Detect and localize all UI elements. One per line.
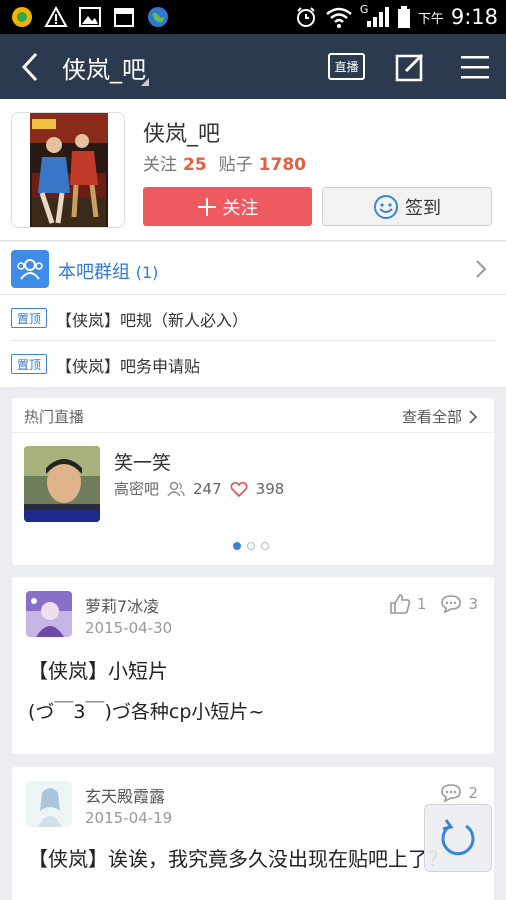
follow-count: 25: [183, 155, 207, 175]
comment-icon: [441, 784, 462, 803]
dropdown-triangle-icon: [141, 78, 149, 86]
refresh-icon: [441, 819, 475, 856]
user-avatar[interactable]: [26, 781, 72, 827]
pinned-post-title: 【侠岚】吧务申请贴: [56, 357, 201, 376]
sign-in-button[interactable]: 签到: [322, 187, 492, 226]
carousel-dot: [247, 542, 255, 550]
plus-icon: [197, 197, 216, 216]
chevron-left-icon: [21, 52, 38, 82]
comment-count: 3: [468, 595, 478, 613]
notification-icons: [10, 5, 170, 29]
live-meta: 高密吧 247 398: [114, 478, 284, 499]
group-count: (1): [135, 263, 159, 282]
follow-count-label: 关注: [143, 155, 177, 175]
status-bar: G 下午 9:18: [0, 0, 506, 34]
viewers-icon: [167, 481, 185, 496]
comment-stat[interactable]: 2: [440, 783, 478, 803]
post-title[interactable]: 【侠岚】诶诶，我究竟多久没出现在贴吧上了？: [28, 845, 468, 873]
user-avatar[interactable]: [26, 591, 72, 637]
pinned-badge: 置顶: [11, 354, 47, 374]
forum-group-row[interactable]: 本吧群组 (1): [0, 242, 506, 295]
hot-live-title: 热门直播: [24, 408, 85, 426]
hot-live-header: 热门直播 查看全部: [12, 398, 494, 433]
alarm-icon: [296, 7, 315, 27]
comment-count: 2: [468, 784, 478, 802]
forum-name: 侠岚_吧: [143, 122, 221, 147]
cell-signal-icon: G: [360, 3, 390, 29]
like-count: 1: [416, 595, 427, 613]
calendar-icon: [112, 5, 136, 29]
post-author[interactable]: 萝莉7冰凌: [85, 593, 159, 617]
view-all-label: 查看全部: [401, 408, 462, 426]
smile-icon: [374, 194, 398, 219]
hot-live-card: 热门直播 查看全部 笑一笑 高密吧 247 398: [12, 398, 494, 565]
follow-button[interactable]: 关注: [143, 187, 312, 226]
carousel-dot: [261, 542, 269, 550]
nav-title[interactable]: 侠岚_吧: [62, 50, 146, 85]
forum-avatar[interactable]: [11, 112, 125, 228]
hamburger-icon: [461, 56, 489, 79]
post-count-label: 贴子: [218, 155, 253, 175]
pinned-post-row[interactable]: 置顶 【侠岚】吧务申请贴: [0, 341, 506, 387]
warning-icon: [44, 5, 68, 29]
image-icon: [78, 5, 102, 29]
post-body: (づ￣3￣)づ各种cp小短片~: [28, 701, 265, 723]
post-date: 2015-04-19: [85, 809, 173, 827]
system-status: G 下午 9:18: [294, 3, 498, 30]
edit-icon: [395, 53, 424, 82]
sign-in-button-label: 签到: [405, 197, 441, 219]
post-count: 1780: [258, 155, 306, 175]
forum-poster-image: [30, 113, 108, 227]
live-forum-name: 高密吧: [114, 480, 160, 498]
chevron-right-icon: [474, 259, 488, 279]
refresh-button[interactable]: [424, 804, 492, 872]
pinned-badge: 置顶: [11, 308, 47, 328]
view-all-link[interactable]: 查看全部: [402, 406, 478, 427]
back-button[interactable]: [14, 50, 46, 84]
menu-button[interactable]: [459, 54, 491, 80]
heart-icon: [230, 481, 248, 497]
forum-header: 侠岚_吧 关注 25 贴子 1780 关注 签到: [0, 99, 506, 241]
post-author[interactable]: 玄天殿霞露: [85, 783, 165, 807]
live-streamer-name[interactable]: 笑一笑: [114, 448, 171, 475]
like-count: 398: [255, 479, 285, 498]
battery-icon: [397, 6, 410, 28]
forum-stats: 关注 25 贴子 1780: [143, 150, 318, 175]
comment-icon: [441, 595, 462, 614]
status-ampm: 下午: [417, 11, 444, 27]
group-label: 本吧群组 (1): [58, 258, 158, 284]
post-card[interactable]: 玄天殿霞露 2015-04-19 2 【侠岚】诶诶，我究竟多久没出现在贴吧上了？: [12, 767, 494, 900]
group-icon: [11, 250, 49, 288]
status-time: 9:18: [450, 5, 498, 29]
viewer-count: 247: [193, 479, 222, 498]
follow-button-label: 关注: [222, 197, 259, 219]
post-card[interactable]: 萝莉7冰凌 2015-04-30 1 3 【侠岚】小短片 (づ￣3￣)づ各种cp…: [12, 577, 494, 754]
chevron-right-icon: [469, 409, 478, 424]
post-stats: 2: [440, 783, 478, 803]
group-title: 本吧群组: [58, 262, 130, 283]
globe-icon: [146, 5, 170, 29]
wifi-icon: [326, 7, 352, 28]
nav-bar: 侠岚_吧 直播: [0, 34, 506, 99]
carousel-dot-active: [233, 542, 241, 550]
like-stat[interactable]: 1: [389, 593, 427, 615]
post-date: 2015-04-30: [85, 619, 173, 637]
live-thumbnail[interactable]: [24, 446, 100, 522]
carousel-indicator: [233, 542, 269, 550]
post-stats: 1 3: [389, 593, 478, 615]
pinned-post-row[interactable]: 置顶 【侠岚】吧规（新人必入）: [0, 295, 506, 341]
thumbs-up-icon: [390, 594, 411, 614]
comment-stat[interactable]: 3: [440, 594, 478, 614]
compose-button[interactable]: [394, 51, 426, 83]
live-button[interactable]: 直播: [328, 53, 365, 80]
post-title[interactable]: 【侠岚】小短片: [28, 655, 168, 684]
pinned-post-title: 【侠岚】吧规（新人必入）: [56, 311, 249, 330]
app-notification-icon: [10, 5, 34, 29]
